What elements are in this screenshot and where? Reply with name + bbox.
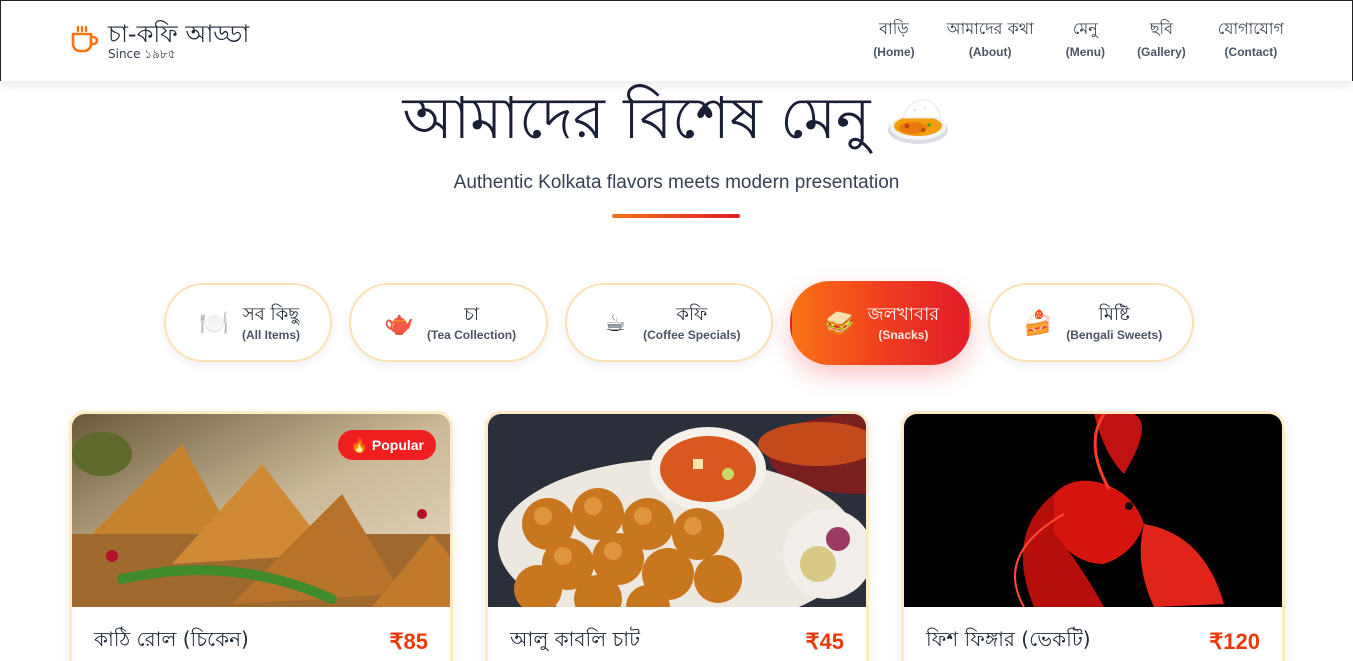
nav-label-bn: যোগাযোগ (1217, 19, 1284, 38)
filter-label-en: (Tea Collection) (427, 327, 517, 342)
filter-label-en: (Snacks) (878, 328, 929, 342)
nav-gallery[interactable]: ছবি (Gallery) (1121, 18, 1202, 61)
coffee-icon: ☕ (604, 308, 626, 337)
nav-label-bn: আমাদের কথা (946, 19, 1034, 38)
card-price: ₹85 (389, 628, 428, 654)
curry-rice-icon (887, 99, 948, 144)
nav-contact[interactable]: যোগাযোগ (Contact) (1202, 18, 1284, 61)
nav-home[interactable]: বাড়ি (Home) (857, 18, 930, 61)
plate-icon: 🍽️ (199, 308, 229, 337)
menu-heading-row: আমাদের বিশেষ মেনু (0, 80, 1353, 156)
brand-since: Since ১৯৮৫ (108, 47, 176, 61)
filter-all-items[interactable]: 🍽️ সব কিছু (All Items) (164, 283, 333, 362)
filter-snacks[interactable]: 🥪 জলখাবার (Snacks) (789, 281, 972, 365)
card-title: কাঠি রোল (চিকেন) (94, 627, 249, 651)
filter-tea[interactable]: 🫖 চা (Tea Collection) (349, 283, 549, 362)
page-title-text: আমাদের বিশেষ মেনু (402, 84, 871, 152)
nav-label-en: (Contact) (1224, 45, 1278, 59)
pav-bhaji-photo (488, 414, 866, 607)
menu-card[interactable]: আলু কাবলি চাট ₹45 (485, 411, 869, 661)
nav-label-en: (About) (968, 45, 1012, 59)
site-header: চা-কফি আড্ডা Since ১৯৮৫ বাড়ি (Home) আমা… (0, 0, 1353, 81)
menu-card[interactable]: 🔥 Popular কাঠি রোল (চিকেন) ₹85 (69, 411, 453, 661)
filter-label-bn: জলখাবার (867, 304, 940, 325)
nav-label-bn: মেনু (1072, 19, 1098, 38)
filter-label-bn: সব কিছু (242, 303, 300, 325)
main-nav: বাড়ি (Home) আমাদের কথা (About) মেনু (Me… (857, 18, 1284, 61)
brand-name: চা-কফি আড্ডা (108, 20, 250, 48)
card-title: আলু কাবলি চাট (510, 627, 640, 651)
card-price: ₹45 (805, 628, 844, 654)
page-subtitle: Authentic Kolkata flavors meets modern p… (453, 172, 900, 193)
nav-label-en: (Menu) (1065, 45, 1106, 59)
menu-card[interactable]: ফিশ ফিঙ্গার (ভেকটি) ₹120 (901, 411, 1285, 661)
brand-logo[interactable]: চা-কফি আড্ডা Since ১৯৮৫ (69, 19, 249, 61)
filter-label-en: (All Items) (242, 327, 301, 342)
filter-label-bn: চা (464, 303, 480, 325)
coffee-cup-icon (71, 25, 99, 53)
filter-label-en: (Bengali Sweets) (1066, 327, 1163, 342)
nav-label-bn: বাড়ি (879, 19, 909, 38)
teapot-icon: 🫖 (384, 308, 414, 337)
nav-menu[interactable]: মেনু (Menu) (1050, 18, 1121, 61)
popular-badge: 🔥 Popular (338, 430, 436, 460)
filter-label-bn: মিষ্টি (1098, 303, 1130, 325)
filter-label-bn: কফি (676, 303, 708, 325)
filter-label-en: (Coffee Specials) (643, 327, 741, 342)
fire-icon: 🔥 (350, 436, 368, 453)
nav-label-bn: ছবি (1149, 19, 1173, 38)
filter-sweets[interactable]: 🍰 মিষ্টি (Bengali Sweets) (988, 283, 1195, 362)
badge-label: Popular (371, 437, 424, 453)
page-title: আমাদের বিশেষ মেনু (402, 80, 950, 156)
category-filters: 🍽️ সব কিছু (All Items) 🫖 চা (Tea Collect… (164, 281, 1195, 365)
card-price: ₹120 (1209, 628, 1260, 654)
filter-coffee[interactable]: ☕ কফি (Coffee Specials) (565, 283, 773, 362)
red-betta-fish-photo (904, 414, 1282, 607)
nav-label-en: (Gallery) (1137, 45, 1186, 59)
cake-icon: 🍰 (1023, 308, 1054, 337)
nav-label-en: (Home) (873, 45, 915, 59)
card-title: ফিশ ফিঙ্গার (ভেকটি) (926, 627, 1091, 651)
samosa-photo: 🔥 Popular (72, 414, 450, 607)
title-underline (612, 214, 740, 218)
sandwich-icon: 🥪 (824, 309, 855, 337)
nav-about[interactable]: আমাদের কথা (About) (931, 18, 1050, 61)
